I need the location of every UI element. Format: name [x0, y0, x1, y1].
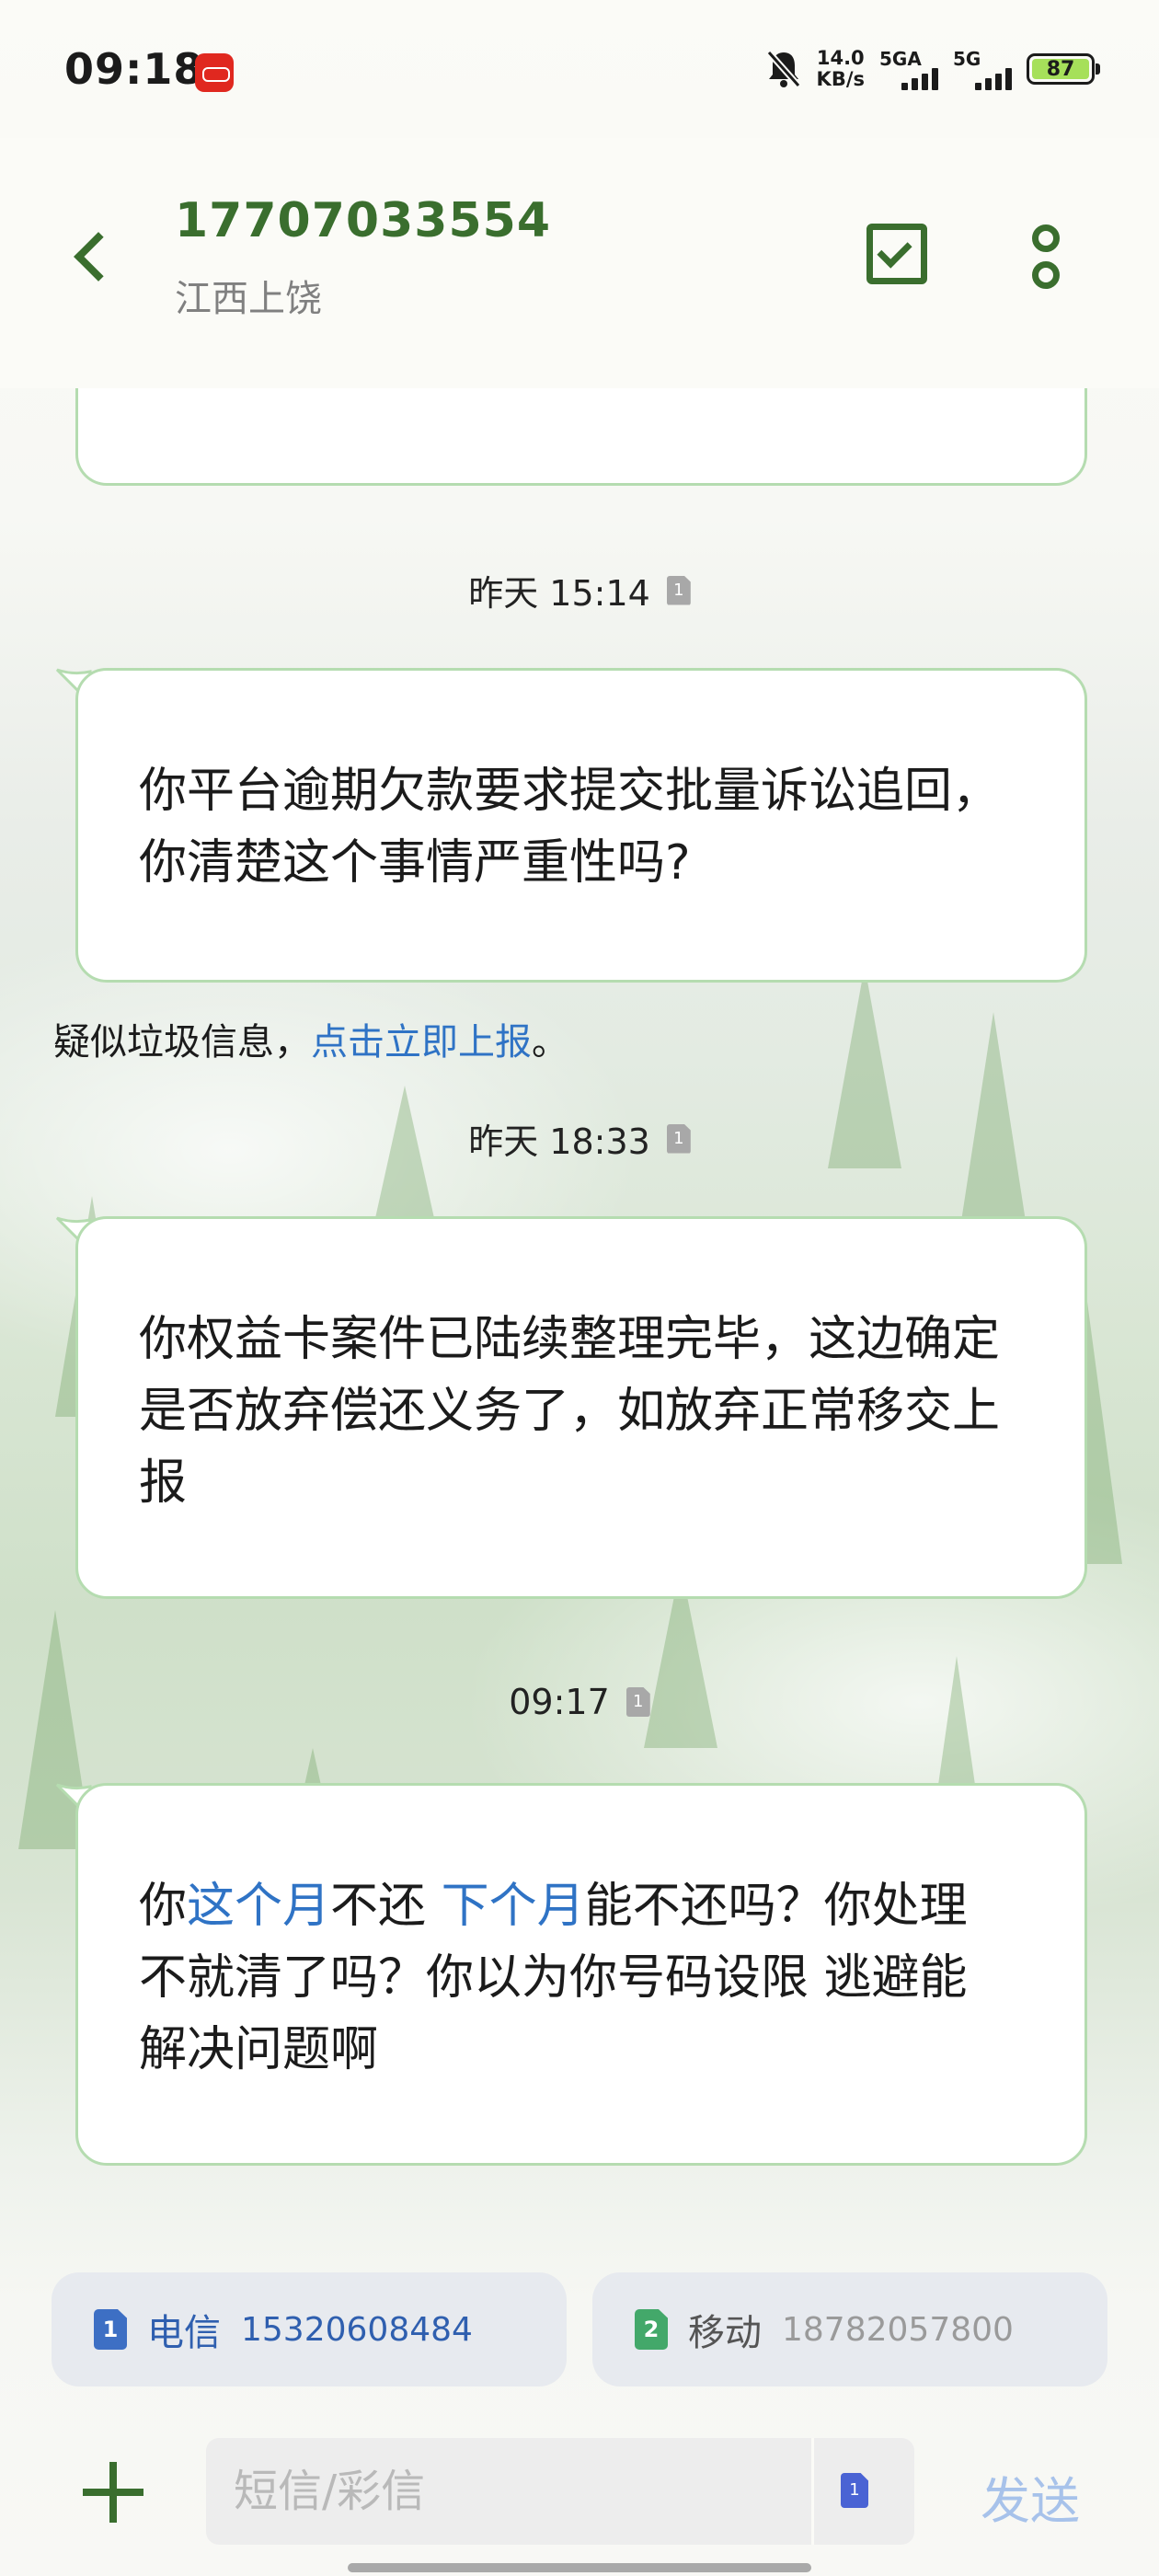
- byd-app-icon: [195, 53, 234, 92]
- input-divider: [811, 2438, 814, 2545]
- more-options-button[interactable]: [1023, 221, 1069, 294]
- message-text: 你这个月不还 下个月能不还吗？你处理不就清了吗？你以为你号码设限 逃避能解决问题…: [139, 1879, 968, 2077]
- sim-phone-number: 15320608484: [241, 2310, 473, 2349]
- sim-2-icon: 2: [635, 2309, 668, 2350]
- conversation-header: 17707033554 江西上饶: [0, 138, 1159, 388]
- signal-5g-icon: 5G: [953, 48, 1012, 90]
- message-bubble[interactable]: 你平台逾期欠款要求提交批量诉讼追回，你清楚这个事情严重性吗?: [75, 668, 1087, 983]
- home-indicator[interactable]: [348, 2563, 811, 2572]
- message-bubble[interactable]: 你权益卡案件已陆续整理完毕，这边确定是否放弃偿还义务了，如放弃正常移交上报: [75, 1216, 1087, 1599]
- sim-2-selector[interactable]: 2 移动 18782057800: [592, 2272, 1107, 2386]
- mute-bell-icon: [765, 50, 801, 88]
- sim-1-icon: 1: [94, 2309, 127, 2350]
- sim-switch-button[interactable]: 1: [841, 2473, 874, 2512]
- send-button[interactable]: 发送: [981, 2460, 1080, 2533]
- sim-1-icon: 1: [666, 575, 691, 605]
- message-composer: 1: [206, 2438, 914, 2545]
- carrier-name: 移动: [688, 2312, 762, 2354]
- message-timestamp: 昨天 18:33 1: [0, 1113, 1159, 1164]
- sim-phone-number: 18782057800: [782, 2310, 1014, 2349]
- status-bar: 09:18 14.0 KB/s 5GA 5G 87: [0, 0, 1159, 138]
- sim-1-selector[interactable]: 1 电信 15320608484: [52, 2272, 567, 2386]
- sim-1-icon: 1: [841, 2473, 868, 2508]
- message-input[interactable]: [234, 2438, 804, 2545]
- carrier-name: 电信: [147, 2312, 221, 2354]
- network-speed: 14.0 KB/s: [816, 47, 865, 90]
- date-link[interactable]: 这个月: [187, 1879, 330, 1934]
- battery-icon: 87: [1027, 53, 1100, 85]
- date-link[interactable]: 下个月: [442, 1879, 585, 1934]
- spam-notice: 疑似垃圾信息，点击立即上报。: [53, 1021, 568, 1064]
- status-time: 09:18: [64, 44, 204, 94]
- back-button[interactable]: [64, 221, 120, 294]
- sim-1-icon: 1: [666, 1123, 691, 1154]
- report-spam-link[interactable]: 点击立即上报: [311, 1021, 532, 1064]
- signal-5ga-icon: 5GA: [879, 48, 938, 90]
- message-text: 你权益卡案件已陆续整理完毕，这边确定是否放弃偿还义务了，如放弃正常移交上报: [139, 1312, 1001, 1511]
- message-timestamp: 昨天 15:14 1: [0, 565, 1159, 615]
- add-attachment-button[interactable]: [83, 2462, 143, 2523]
- contact-number[interactable]: 17707033554: [175, 193, 551, 248]
- message-bubble[interactable]: 你这个月不还 下个月能不还吗？你处理不就清了吗？你以为你号码设限 逃避能解决问题…: [75, 1783, 1087, 2166]
- sim-1-icon: 1: [625, 1687, 650, 1717]
- message-text: 你平台逾期欠款要求提交批量诉讼追回，你清楚这个事情严重性吗?: [139, 764, 1001, 891]
- contact-location: 江西上饶: [175, 278, 322, 320]
- multi-select-button[interactable]: [866, 224, 927, 284]
- message-timestamp: 09:17 1: [0, 1682, 1159, 1722]
